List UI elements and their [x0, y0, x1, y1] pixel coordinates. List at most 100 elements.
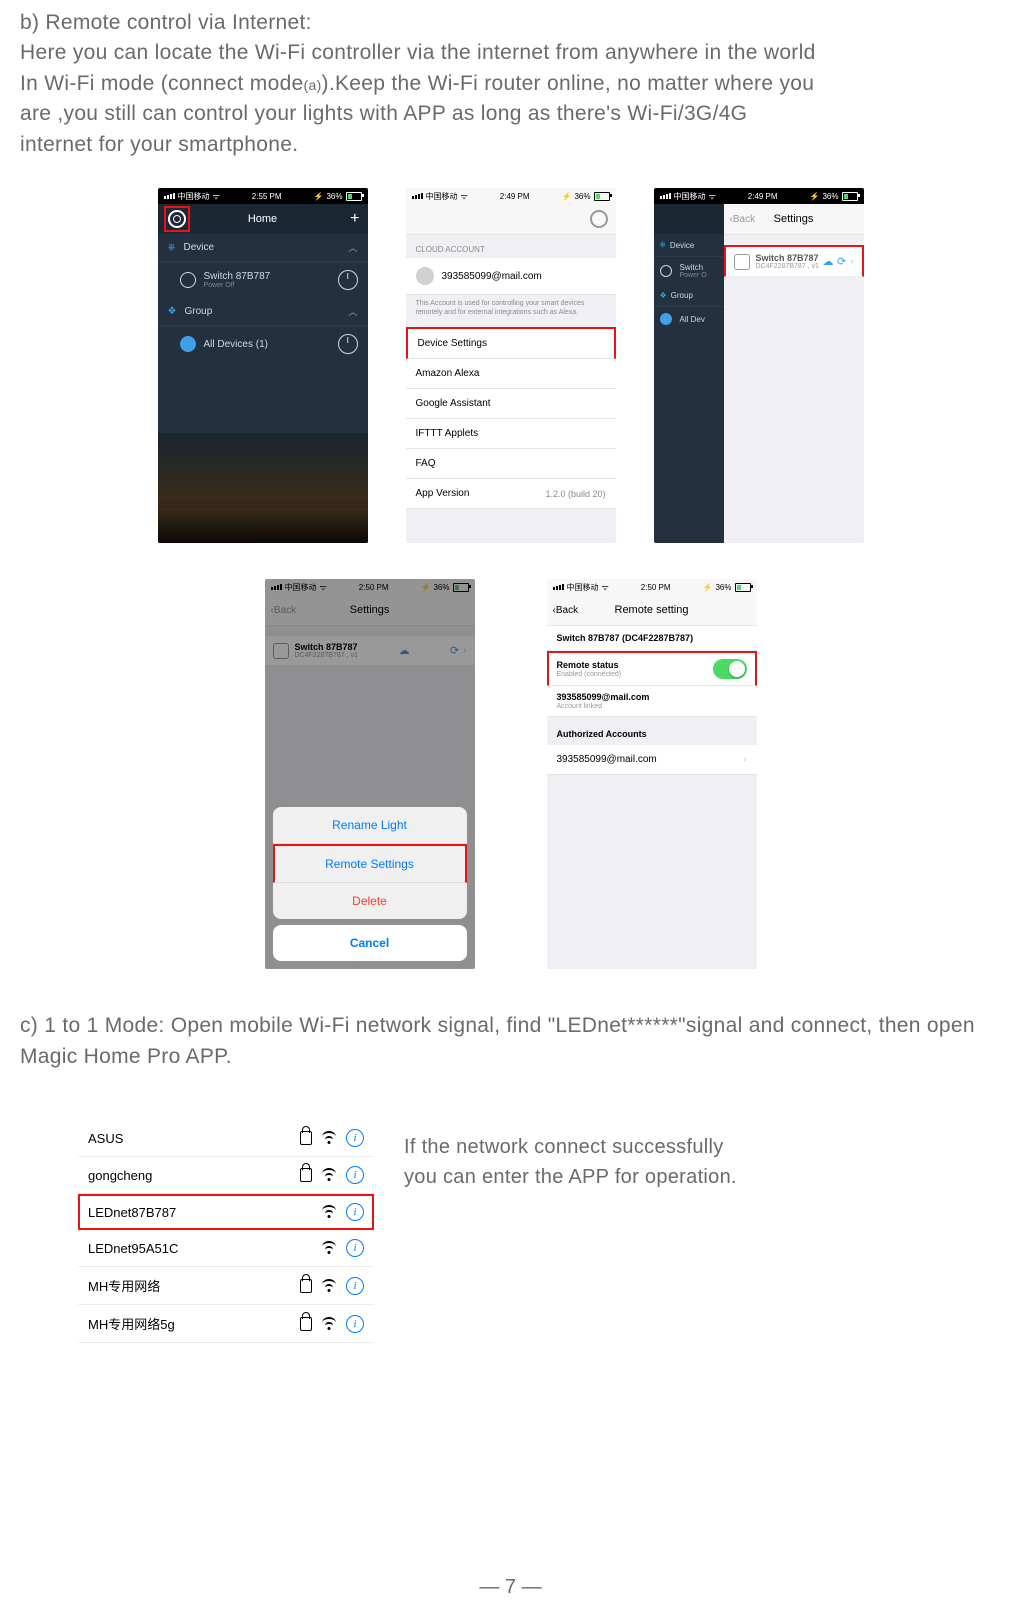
back-button[interactable]: ‹Back	[553, 605, 579, 616]
status-time: 2:55 PM	[252, 192, 282, 201]
all-devices-item[interactable]: All Devices (1)	[158, 326, 368, 362]
background-image	[158, 433, 368, 543]
section-c-text: c) 1 to 1 Mode: Open mobile Wi-Fi networ…	[20, 1011, 1001, 1072]
authorized-account-cell[interactable]: 393585099@mail.com ›	[547, 745, 757, 775]
info-icon[interactable]: i	[346, 1239, 364, 1257]
add-button[interactable]: +	[350, 211, 359, 227]
status-bar: 中国移动 ᯤ 2:49 PM ⚡36%	[406, 188, 616, 204]
lock-icon	[300, 1168, 312, 1182]
bulb-icon	[180, 336, 196, 352]
delete-button[interactable]: Delete	[273, 883, 467, 919]
back-button[interactable]: ‹Back	[730, 214, 756, 225]
device-icon	[734, 254, 750, 270]
info-icon[interactable]: i	[346, 1277, 364, 1295]
signal-bars-icon	[412, 193, 423, 199]
group-icon: ❖	[168, 306, 177, 317]
nav-title: Settings	[774, 213, 814, 225]
gear-icon	[590, 210, 608, 228]
settings-panel: ‹Back Settings Switch 87B787DC4F2287B787…	[724, 204, 864, 543]
wifi-icon	[322, 1168, 336, 1182]
status-time: 2:49 PM	[500, 192, 530, 201]
account-cell[interactable]: 393585099@mail.comAccount linked	[547, 686, 757, 717]
nav-title: Remote setting	[615, 604, 689, 616]
wifi-row-mh5g[interactable]: MH专用网络5g i	[78, 1305, 374, 1343]
wifi-icon	[322, 1317, 336, 1331]
pin-icon: ⎈	[660, 240, 666, 250]
remote-settings-button[interactable]: Remote Settings	[273, 844, 467, 883]
section-b-heading: b) Remote control via Internet:	[20, 8, 1001, 38]
status-time: 2:49 PM	[748, 192, 778, 201]
status-bar: 中国移动 ᯤ 2:50 PM ⚡36%	[547, 579, 757, 595]
chevron-up-icon: ︿	[348, 305, 357, 318]
power-icon[interactable]	[338, 334, 358, 354]
info-icon[interactable]: i	[346, 1166, 364, 1184]
pin-icon: ⎈	[168, 242, 176, 253]
section-b-line2: In Wi-Fi mode (connect mode(a)).Keep the…	[20, 69, 1001, 99]
wifi-area: ASUS i gongcheng i LEDnet87B787 i LEDnet…	[20, 1120, 1001, 1343]
chevron-right-icon: ›	[850, 256, 853, 267]
home-strip: ⎈Device SwitchPower O ❖Group All Dev	[654, 204, 724, 543]
status-bar: 中国移动 ᯤ 2:49 PM ⚡36%	[654, 188, 864, 204]
signal-bars-icon	[164, 193, 175, 199]
wifi-icon	[322, 1279, 336, 1293]
device-settings-cell[interactable]: Device Settings	[406, 327, 616, 359]
alexa-cell[interactable]: Amazon Alexa	[406, 359, 616, 389]
navbar: ‹Back Remote setting	[547, 595, 757, 626]
info-icon[interactable]: i	[346, 1129, 364, 1147]
battery-icon	[346, 192, 362, 201]
wifi-success-note: If the network connect successfully you …	[404, 1120, 737, 1192]
device-title: Switch 87B787 (DC4F2287B787)	[547, 626, 757, 651]
device-setting-item[interactable]: Switch 87B787DC4F2287B787 , v1 ☁ ⟳ ›	[724, 245, 864, 277]
screenshots-row-1: 中国移动 ᯤ 2:55 PM ⚡36% Home + ⎈ Device ︿ Sw…	[20, 188, 1001, 543]
signal-bars-icon	[660, 193, 671, 199]
signal-bars-icon	[553, 584, 564, 590]
wifi-row-asus[interactable]: ASUS i	[78, 1120, 374, 1157]
power-icon[interactable]	[338, 270, 358, 290]
wifi-row-gongcheng[interactable]: gongcheng i	[78, 1157, 374, 1194]
wifi-row-lednet2[interactable]: LEDnet95A51C i	[78, 1230, 374, 1267]
group-icon: ❖	[660, 291, 667, 300]
wifi-row-mh[interactable]: MH专用网络 i	[78, 1267, 374, 1305]
account-cell[interactable]: 393585099@mail.com	[406, 258, 616, 295]
screenshot-cloud-settings: 中国移动 ᯤ 2:49 PM ⚡36% CLOUD ACCOUNT 393585…	[406, 188, 616, 543]
status-time: 2:50 PM	[641, 583, 671, 592]
settings-gear-highlighted[interactable]	[164, 206, 190, 232]
wifi-network-list: ASUS i gongcheng i LEDnet87B787 i LEDnet…	[78, 1120, 374, 1343]
page-number: — 7 —	[0, 1576, 1021, 1599]
lock-icon	[300, 1317, 312, 1331]
remote-status-cell[interactable]: Remote statusEnabled (connected)	[547, 651, 757, 686]
toggle-switch[interactable]	[713, 659, 747, 679]
chevron-right-icon: ›	[743, 754, 746, 765]
faq-cell[interactable]: FAQ	[406, 449, 616, 479]
screenshot-settings-split: 中国移动 ᯤ 2:49 PM ⚡36% ⎈Device SwitchPower …	[654, 188, 864, 543]
group-section-header[interactable]: ❖ Group ︿	[158, 298, 368, 326]
google-cell[interactable]: Google Assistant	[406, 389, 616, 419]
wifi-icon	[322, 1205, 336, 1219]
wifi-icon	[322, 1241, 336, 1255]
lock-icon	[300, 1279, 312, 1293]
chevron-up-icon: ︿	[348, 241, 357, 254]
wifi-row-lednet-highlighted[interactable]: LEDnet87B787 i	[78, 1194, 374, 1230]
info-icon[interactable]: i	[346, 1203, 364, 1221]
lock-icon	[300, 1131, 312, 1145]
cancel-button[interactable]: Cancel	[273, 925, 467, 961]
screenshot-remote-setting: 中国移动 ᯤ 2:50 PM ⚡36% ‹Back Remote setting…	[547, 579, 757, 969]
section-b-text: b) Remote control via Internet: Here you…	[20, 8, 1001, 160]
account-note: This Account is used for controlling you…	[406, 295, 616, 327]
gear-icon	[168, 210, 186, 228]
device-list-item[interactable]: Switch 87B787Power Off	[158, 262, 368, 298]
ifttt-cell[interactable]: IFTTT Applets	[406, 419, 616, 449]
link-icon: ⟳	[837, 255, 846, 268]
screenshot-action-sheet: 中国移动 ᯤ 2:50 PM ⚡36% ‹Back Settings Switc…	[265, 579, 475, 969]
navbar: Home +	[158, 204, 368, 234]
home-body: ⎈ Device ︿ Switch 87B787Power Off ❖ Grou…	[158, 234, 368, 543]
navbar: ‹Back Settings	[724, 204, 864, 235]
settings-button[interactable]	[590, 210, 608, 228]
battery-icon	[594, 192, 610, 201]
device-section-header[interactable]: ⎈ Device ︿	[158, 234, 368, 262]
cloud-account-label: CLOUD ACCOUNT	[406, 235, 616, 258]
rename-button[interactable]: Rename Light	[273, 807, 467, 844]
screenshot-home: 中国移动 ᯤ 2:55 PM ⚡36% Home + ⎈ Device ︿ Sw…	[158, 188, 368, 543]
info-icon[interactable]: i	[346, 1315, 364, 1333]
wifi-icon	[322, 1131, 336, 1145]
